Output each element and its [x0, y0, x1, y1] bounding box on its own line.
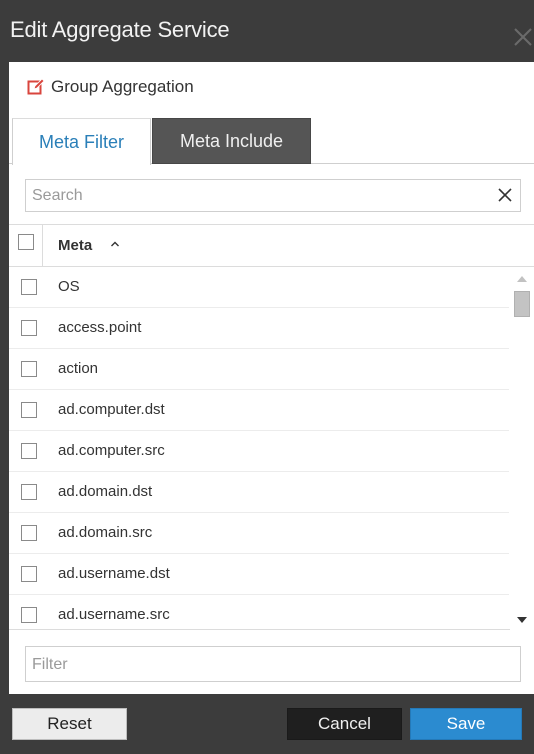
tab-bar: Meta Filter Meta Include: [9, 118, 534, 165]
table-row[interactable]: access.point: [9, 308, 509, 349]
table-row[interactable]: ad.username.dst: [9, 554, 509, 595]
row-meta-label: access.point: [58, 319, 142, 336]
vertical-scrollbar[interactable]: [510, 267, 534, 631]
group-aggregation-label: Group Aggregation: [51, 77, 194, 96]
row-meta-label: ad.username.src: [58, 606, 170, 623]
row-checkbox[interactable]: [21, 607, 37, 623]
search-input[interactable]: Search: [25, 179, 521, 212]
tab-meta-include[interactable]: Meta Include: [152, 118, 311, 164]
edit-aggregate-service-dialog: Edit Aggregate Service Group Aggregation…: [0, 0, 534, 754]
table-row[interactable]: action: [9, 349, 509, 390]
save-button[interactable]: Save: [410, 708, 522, 740]
table-rows: OS access.point action ad.computer.dst ad.co…: [9, 267, 509, 631]
row-checkbox[interactable]: [21, 320, 37, 336]
row-checkbox[interactable]: [21, 525, 37, 541]
row-meta-label: ad.computer.dst: [58, 401, 165, 418]
scrollbar-thumb[interactable]: [514, 291, 530, 317]
row-meta-label: OS: [58, 278, 80, 295]
row-checkbox[interactable]: [21, 484, 37, 500]
select-all-cell: [9, 225, 43, 266]
table-row[interactable]: ad.computer.src: [9, 431, 509, 472]
table-header: Meta: [9, 225, 534, 267]
clear-search-icon[interactable]: [496, 186, 514, 204]
row-checkbox[interactable]: [21, 279, 37, 295]
column-header-meta[interactable]: Meta: [58, 237, 92, 254]
tab-meta-filter[interactable]: Meta Filter: [12, 118, 151, 165]
sort-ascending-icon[interactable]: [110, 239, 120, 249]
row-checkbox[interactable]: [21, 443, 37, 459]
dialog-body: Group Aggregation Meta Filter Meta Inclu…: [9, 62, 534, 694]
table-row[interactable]: ad.domain.src: [9, 513, 509, 554]
table-row[interactable]: ad.domain.dst: [9, 472, 509, 513]
scroll-up-icon[interactable]: [516, 274, 528, 284]
search-placeholder: Search: [32, 187, 83, 204]
row-meta-label: ad.computer.src: [58, 442, 165, 459]
table-row[interactable]: ad.computer.dst: [9, 390, 509, 431]
row-checkbox[interactable]: [21, 361, 37, 377]
row-meta-label: ad.domain.src: [58, 524, 153, 541]
row-checkbox[interactable]: [21, 402, 37, 418]
dialog-titlebar: Edit Aggregate Service: [0, 0, 534, 62]
reset-button[interactable]: Reset: [12, 708, 127, 740]
scroll-down-icon[interactable]: [516, 615, 528, 625]
table-row[interactable]: ad.username.src: [9, 595, 509, 631]
table-row[interactable]: OS: [9, 267, 509, 308]
close-icon[interactable]: [512, 26, 534, 48]
meta-table: Meta OS access.point action ad.computer.dst…: [9, 224, 534, 631]
row-meta-label: action: [58, 360, 99, 377]
dialog-footer: Reset Cancel Save: [0, 694, 534, 754]
select-all-checkbox[interactable]: [18, 234, 34, 250]
filter-placeholder: Filter: [32, 656, 68, 673]
filter-input[interactable]: Filter: [25, 646, 521, 682]
row-meta-label: ad.username.dst: [58, 565, 170, 582]
row-meta-label: ad.domain.dst: [58, 483, 153, 500]
cancel-button[interactable]: Cancel: [287, 708, 402, 740]
edit-icon: [27, 78, 45, 95]
group-aggregation-toggle[interactable]: Group Aggregation: [27, 76, 194, 98]
dialog-title: Edit Aggregate Service: [10, 17, 230, 42]
row-checkbox[interactable]: [21, 566, 37, 582]
